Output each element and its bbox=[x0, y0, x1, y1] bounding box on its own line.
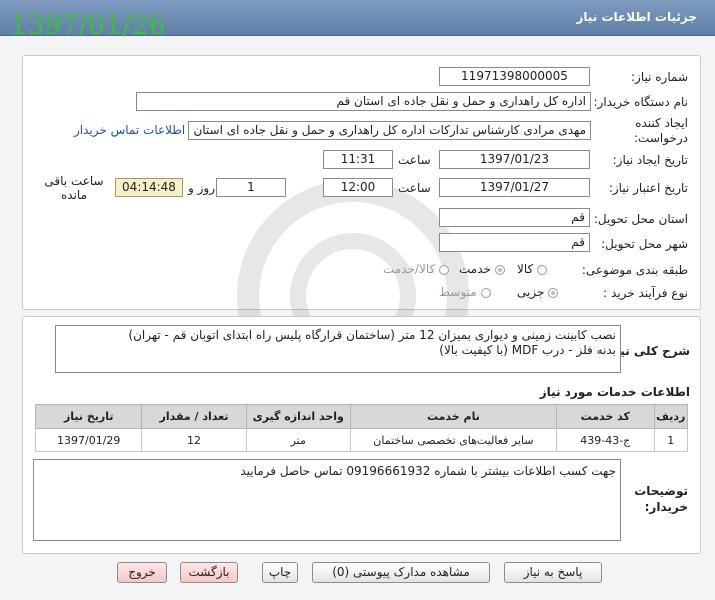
reply-button[interactable]: پاسخ به نیاز bbox=[504, 562, 602, 583]
radio-circle-icon bbox=[480, 287, 491, 298]
view-attachments-button[interactable]: مشاهده مدارک پیوستی (0) bbox=[312, 562, 490, 583]
purchase-type-label: نوع فرآیند خرید : bbox=[603, 286, 688, 300]
services-panel: شرح کلی نیاز: نصب کابینت زمینی و دیواری … bbox=[22, 316, 701, 554]
category-option-label: خدمت bbox=[459, 262, 491, 276]
radio-selected-icon bbox=[548, 287, 559, 298]
city-label: شهر محل تحویل: bbox=[601, 237, 688, 251]
need-number-field: 11971398000005 bbox=[439, 67, 590, 86]
cell-date: 1397/01/29 bbox=[34, 428, 143, 452]
remaining-days-field: 1 bbox=[216, 178, 286, 197]
created-time-field: 11:31 bbox=[323, 150, 393, 169]
validity-date-field: 1397/01/27 bbox=[439, 178, 590, 197]
services-title: اطلاعات خدمات مورد نیاز bbox=[539, 385, 690, 399]
created-date-label: تاریخ ایجاد نیاز: bbox=[612, 153, 688, 167]
cell-row: 1 bbox=[653, 428, 689, 452]
day-and-label: روز و bbox=[188, 181, 215, 195]
radio-circle-icon bbox=[537, 264, 548, 275]
col-name-header: نام خدمت bbox=[349, 404, 557, 429]
validity-time-field: 12:00 bbox=[323, 178, 393, 197]
back-button[interactable]: بازگشت bbox=[180, 562, 238, 583]
radio-circle-icon bbox=[439, 264, 450, 275]
validity-time-label: ساعت bbox=[398, 181, 431, 195]
purchase-radio-minor[interactable]: جزیی bbox=[517, 285, 559, 299]
radio-selected-icon bbox=[494, 264, 505, 275]
buyer-notes-label: توضیحات خریدار: bbox=[634, 484, 688, 514]
table-header-row: ردیف کد خدمت نام خدمت واحد اندازه گیری ت… bbox=[34, 404, 689, 429]
services-table: ردیف کد خدمت نام خدمت واحد اندازه گیری ت… bbox=[34, 404, 689, 452]
purchase-radio-medium[interactable]: متوسط bbox=[439, 285, 491, 299]
description-line-2: بدنه فلز - درب MDF (با کیفیت بالا) bbox=[439, 343, 616, 357]
print-button[interactable]: چاپ bbox=[262, 562, 298, 583]
exit-button[interactable]: خروج bbox=[117, 562, 167, 583]
province-label: استان محل تحویل: bbox=[593, 212, 688, 226]
cell-unit: متر bbox=[245, 428, 351, 452]
creator-field: مهدی مرادی کارشناس تدارکات اداره کل راهد… bbox=[188, 121, 591, 140]
category-radio-goods[interactable]: کالا bbox=[517, 262, 548, 276]
need-number-label: شماره نیاز: bbox=[631, 70, 688, 84]
col-code-header: کد خدمت bbox=[555, 404, 655, 429]
remaining-time-field: 04:14:48 bbox=[115, 178, 183, 197]
category-option-label: کالا/خدمت bbox=[383, 262, 436, 276]
cell-name: سایر فعالیت‌های تخصصی ساختمان bbox=[349, 428, 557, 452]
col-row-header: ردیف bbox=[653, 404, 689, 429]
created-time-label: ساعت bbox=[398, 153, 431, 167]
window-title: جزئیات اطلاعات نیاز bbox=[576, 10, 697, 24]
category-option-label: کالا bbox=[517, 262, 534, 276]
buyer-contact-link[interactable]: اطلاعات تماس خریدار bbox=[74, 123, 185, 137]
buyer-notes-field: جهت کسب اطلاعات بیشتر با شماره 091966619… bbox=[33, 459, 621, 541]
overlay-date: 1397/01/26 bbox=[10, 10, 166, 41]
category-radio-service[interactable]: خدمت bbox=[459, 262, 505, 276]
description-field: نصب کابینت زمینی و دیواری بمیزان 12 متر … bbox=[55, 325, 621, 373]
cell-code: ج-43-439 bbox=[555, 428, 655, 452]
description-line-1: نصب کابینت زمینی و دیواری بمیزان 12 متر … bbox=[128, 328, 616, 342]
purchase-option-label: متوسط bbox=[439, 285, 477, 299]
need-info-panel: شماره نیاز: 11971398000005 نام دستگاه خر… bbox=[22, 55, 701, 406]
province-field: قم bbox=[439, 208, 590, 227]
city-field: قم bbox=[439, 233, 590, 252]
validity-date-label: تاریخ اعتبار نیاز: bbox=[608, 181, 688, 195]
creator-label: ایجاد کننده درخواست: bbox=[634, 116, 688, 145]
category-label: طبقه بندی موضوعی: bbox=[581, 263, 688, 277]
buyer-field: اداره کل راهداری و حمل و نقل جاده ای است… bbox=[136, 92, 591, 111]
col-unit-header: واحد اندازه گیری bbox=[245, 404, 351, 429]
cell-qty: 12 bbox=[141, 428, 247, 452]
purchase-option-label: جزیی bbox=[517, 285, 545, 299]
created-date-field: 1397/01/23 bbox=[439, 150, 590, 169]
col-date-header: تاریخ نیاز bbox=[34, 404, 143, 429]
category-radio-goods-service[interactable]: کالا/خدمت bbox=[383, 262, 450, 276]
col-qty-header: تعداد / مقدار bbox=[141, 404, 247, 429]
buyer-label: نام دستگاه خریدار: bbox=[593, 95, 689, 109]
table-row[interactable]: 1 ج-43-439 سایر فعالیت‌های تخصصی ساختمان… bbox=[34, 428, 689, 452]
remaining-time-label: ساعت باقی مانده bbox=[44, 174, 104, 202]
